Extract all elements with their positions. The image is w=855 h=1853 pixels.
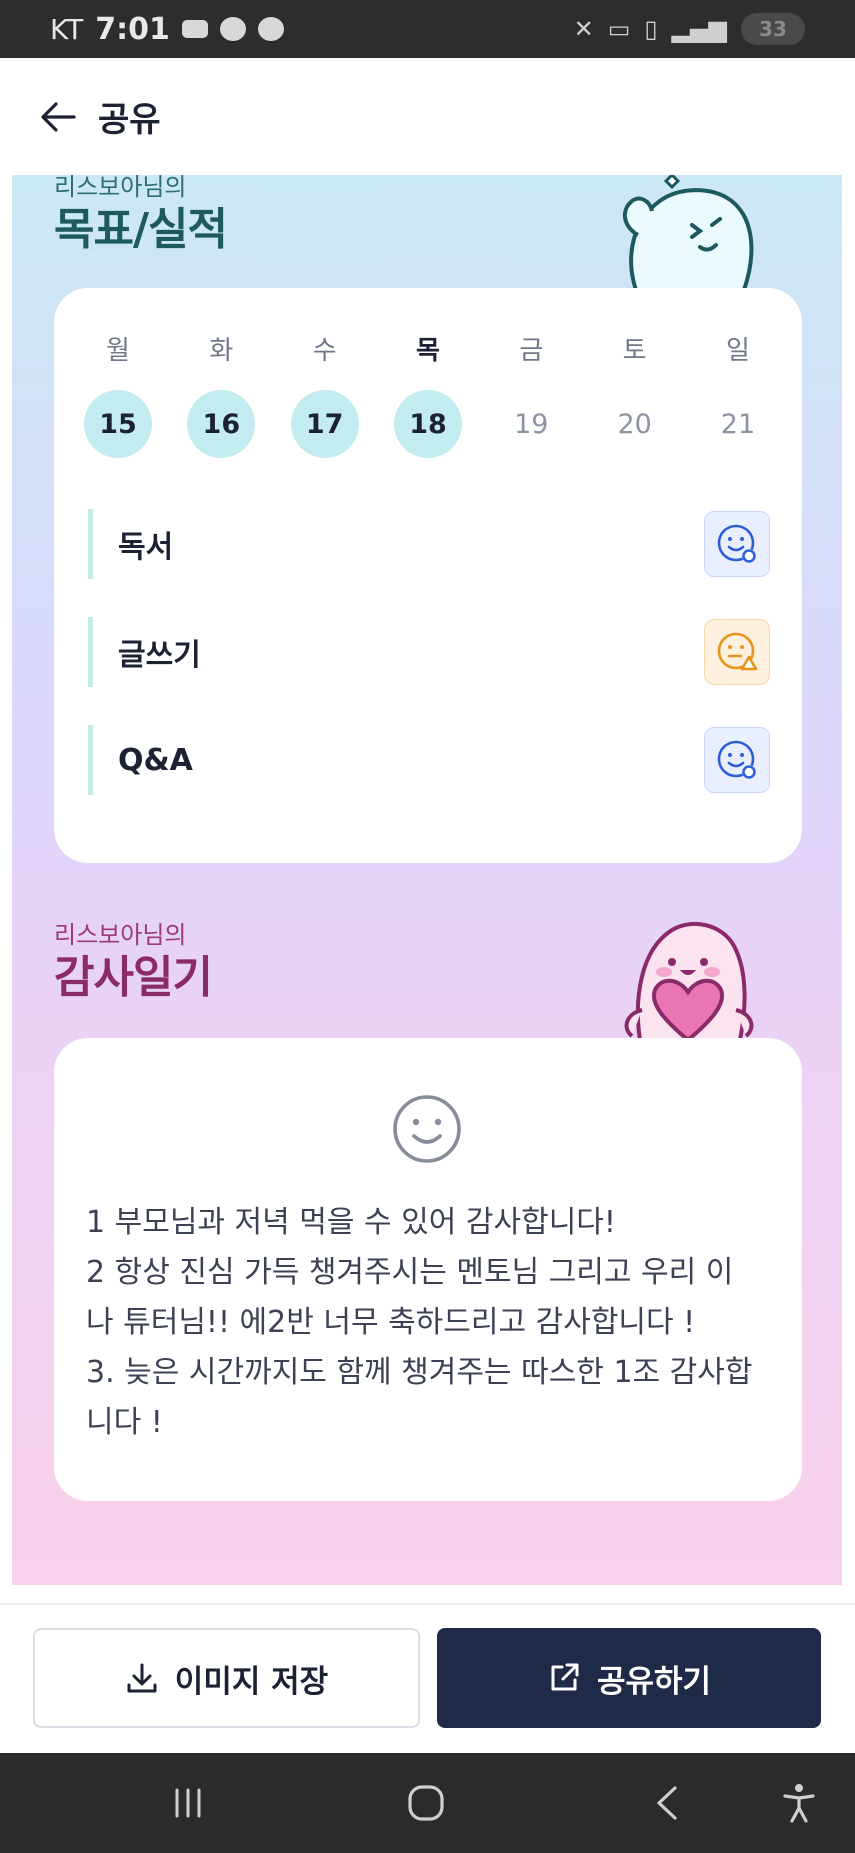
date-circle: 19 — [514, 408, 549, 440]
date-circle-completed: 17 — [290, 390, 359, 458]
ghost-mascot-illustration — [622, 175, 754, 290]
smile-face-icon — [393, 1095, 461, 1163]
diary-entry-text: 1 부모님과 저녁 먹을 수 있어 감사합니다! 2 항상 진심 가득 챙겨주시… — [86, 1205, 753, 1440]
dates-row: 15 16 17 18 19 20 21 — [84, 390, 772, 458]
date-circle-completed: 15 — [84, 390, 152, 458]
goal-row: Q&A — [88, 725, 770, 795]
diary-title: 감사일기 — [54, 952, 213, 1003]
arrow-left-icon — [41, 101, 76, 132]
accessibility-button[interactable] — [779, 1783, 819, 1823]
share-preview-card: 리스보아님의 목표/실적 월 화 수 목 금 토 일 15 16 17 18 1… — [12, 175, 842, 1585]
hd-icon: ▭ — [607, 15, 631, 43]
page-title: 공유 — [98, 100, 161, 140]
weekday-names-row: 월 화 수 목 금 토 일 — [84, 330, 772, 367]
date-circle: 21 — [720, 408, 756, 440]
recent-apps-button[interactable] — [168, 1783, 208, 1823]
chevron-left-icon — [657, 1786, 677, 1820]
status-right: ✕ ▭ ▯ ▂▄▆ 33 — [574, 13, 805, 45]
external-link-icon — [551, 1663, 579, 1691]
accessibility-icon — [783, 1784, 815, 1823]
network-5g-icon: ▯ — [644, 15, 658, 43]
signal-icon: ▂▄▆ — [671, 15, 727, 43]
battery-indicator: 33 — [741, 13, 805, 45]
weekday-name: 금 — [519, 336, 544, 366]
notification-icon — [181, 20, 208, 38]
back-button[interactable] — [38, 97, 78, 137]
status-bar: KT 7:01 ✕ ▭ ▯ ▂▄▆ 33 — [0, 0, 855, 58]
save-image-label: 이미지 저장 — [174, 1663, 329, 1700]
mute-icon: ✕ — [573, 15, 594, 43]
goal-row: 독서 — [88, 509, 770, 579]
home-button[interactable] — [406, 1783, 446, 1823]
system-navigation-bar — [0, 1753, 855, 1853]
diary-card: 1 부모님과 저녁 먹을 수 있어 감사합니다! 2 항상 진심 가득 챙겨주시… — [54, 1038, 802, 1501]
goal-label: Q&A — [88, 725, 193, 795]
weekday-name: 토 — [622, 336, 647, 366]
weekday-name: 월 — [106, 336, 130, 366]
weekday-name: 화 — [209, 336, 234, 366]
goal-label: 독서 — [88, 509, 173, 579]
neutral-warning-icon — [704, 619, 770, 685]
date-circle-completed: 18 — [393, 390, 462, 458]
weekday-name-today: 목 — [416, 336, 440, 366]
talk-icon — [219, 17, 246, 41]
date-circle-completed: 16 — [187, 390, 256, 458]
cloud-icon — [257, 17, 284, 41]
weekday-name: 일 — [726, 336, 750, 366]
home-icon — [408, 1785, 444, 1821]
share-label: 공유하기 — [596, 1663, 712, 1700]
recent-apps-icon — [175, 1788, 201, 1818]
goals-title: 목표/실적 — [54, 204, 228, 255]
share-button[interactable]: 공유하기 — [437, 1628, 821, 1728]
smile-check-icon — [704, 511, 770, 577]
system-back-button[interactable] — [648, 1783, 688, 1823]
bottom-divider — [0, 1603, 855, 1605]
date-circle: 20 — [617, 408, 652, 440]
smile-check-icon — [704, 727, 770, 793]
status-left: KT 7:01 — [50, 12, 284, 47]
weekday-name: 수 — [312, 336, 337, 366]
carrier-label: KT — [50, 12, 84, 46]
download-icon — [127, 1663, 157, 1693]
goals-card: 월 화 수 목 금 토 일 15 16 17 18 19 20 21 독서 글쓰… — [54, 288, 802, 863]
goal-row: 글쓰기 — [88, 617, 770, 687]
heart-mascot-illustration — [624, 921, 754, 1040]
clock: 7:01 — [95, 11, 170, 47]
goal-label: 글쓰기 — [88, 617, 201, 687]
save-image-button[interactable]: 이미지 저장 — [33, 1628, 420, 1728]
app-header: 공유 — [0, 58, 855, 175]
